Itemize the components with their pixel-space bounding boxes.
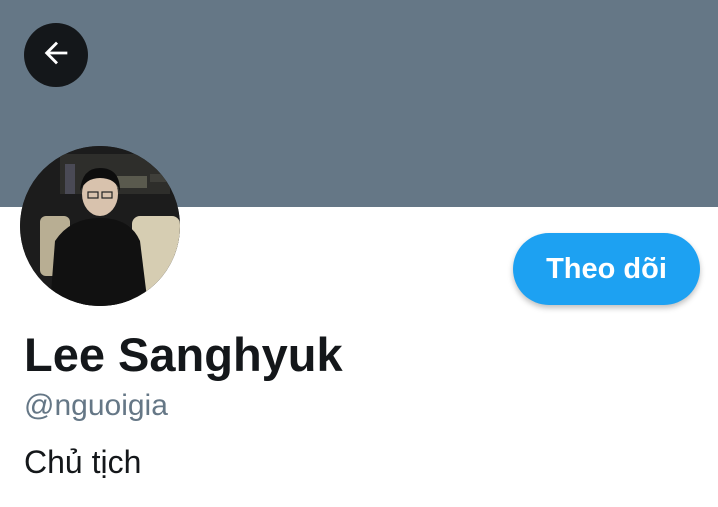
profile-display-name: Lee Sanghyuk (24, 328, 343, 381)
avatar[interactable] (20, 146, 180, 306)
back-button[interactable] (24, 23, 88, 87)
follow-button[interactable]: Theo dõi (513, 233, 700, 305)
profile-handle: @nguoigia (24, 389, 168, 422)
profile-bio: Chủ tịch (24, 444, 142, 480)
arrow-left-icon (39, 36, 73, 75)
